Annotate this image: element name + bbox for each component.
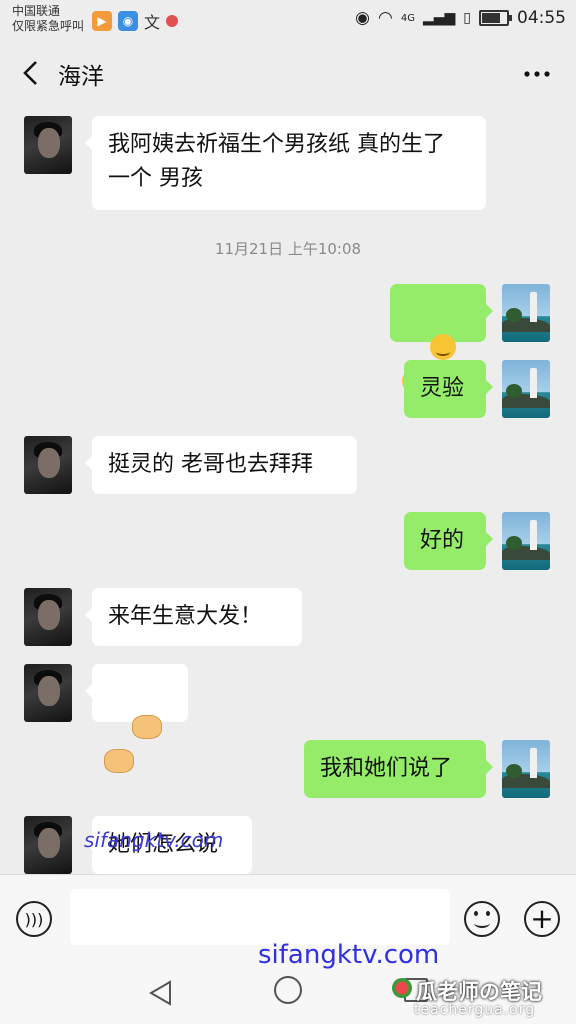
nav-home-icon[interactable] [274,976,302,1004]
video-app-icon: ▶ [92,11,112,31]
self-avatar[interactable] [502,512,550,570]
message-list[interactable]: 我阿姨去祈福生个男孩纸 真的生了 一个 男孩 11月21日 上午10:08 灵验… [0,106,576,874]
message-bubble-outgoing[interactable]: 好的 [404,512,493,570]
message-bubble-incoming[interactable] [85,664,188,773]
network-type: 4G [400,12,415,24]
eye-icon: ◉ [355,8,370,28]
chat-title: 海洋 [58,64,104,90]
carrier-name: 中国联通 [12,4,61,18]
nav-back-icon[interactable] [146,978,176,1008]
signal-app-icon: ◉ [118,11,138,31]
contact-avatar[interactable] [24,816,72,874]
handshake-emoji-icon [131,715,162,739]
emoji-icon[interactable] [464,901,500,937]
self-avatar[interactable] [502,284,550,342]
chat-header: 海洋 [0,40,576,106]
contact-avatar[interactable] [24,116,72,174]
battery-icon [479,10,512,26]
watermark-overlay: sifangktv.com [84,828,224,852]
self-avatar[interactable] [502,360,550,418]
chevron-left-icon[interactable] [18,58,44,88]
location-icon [166,15,179,27]
contact-avatar[interactable] [24,436,72,494]
carrier-status: 仅限紧急呼叫 [12,19,85,33]
handshake-emoji-icon [104,749,134,773]
status-bar: 中国联通 仅限紧急呼叫 ▶ ◉ 文 ◉ ◠ 4G ▂▄▆ ▯ 04:55 [0,0,576,40]
message-bubble-outgoing[interactable]: 灵验 [404,360,493,418]
translate-icon: 文 [144,13,161,32]
grinning-hand-emoji-icon [429,334,456,360]
clock: 04:55 [517,8,566,28]
ellipsis-icon[interactable] [522,64,552,84]
self-avatar[interactable] [502,740,550,798]
contact-avatar[interactable] [24,588,72,646]
notification-icons: ▶ ◉ 文 [92,9,179,33]
message-bubble-incoming[interactable]: 来年生意大发！ [85,588,302,646]
message-timestamp: 11月21日 上午10:08 [214,240,362,258]
system-status: ◉ ◠ 4G ▂▄▆ ▯ 04:55 [355,8,566,28]
plus-icon[interactable]: + [524,901,560,937]
watermark-site: sifangktv.com [258,940,440,970]
wifi-icon: ◠ [378,8,393,28]
signal-icon: ▂▄▆ [422,10,456,26]
watermark-teacher-site: teachergua.org [414,1002,536,1018]
message-bubble-outgoing[interactable]: 我和她们说了 [304,740,493,798]
message-bubble-incoming[interactable]: 挺灵的 老哥也去拜拜 [85,436,357,494]
watermelon-logo-icon [392,978,412,998]
carrier-info: 中国联通 仅限紧急呼叫 [12,4,84,34]
message-bubble-outgoing[interactable] [390,284,493,394]
no-sim-icon: ▯ [463,10,471,26]
message-input[interactable] [70,889,450,945]
contact-avatar[interactable] [24,664,72,722]
message-bubble-incoming[interactable]: 我阿姨去祈福生个男孩纸 真的生了 一个 男孩 [85,116,486,210]
voice-input-icon[interactable]: ))) [16,901,52,937]
